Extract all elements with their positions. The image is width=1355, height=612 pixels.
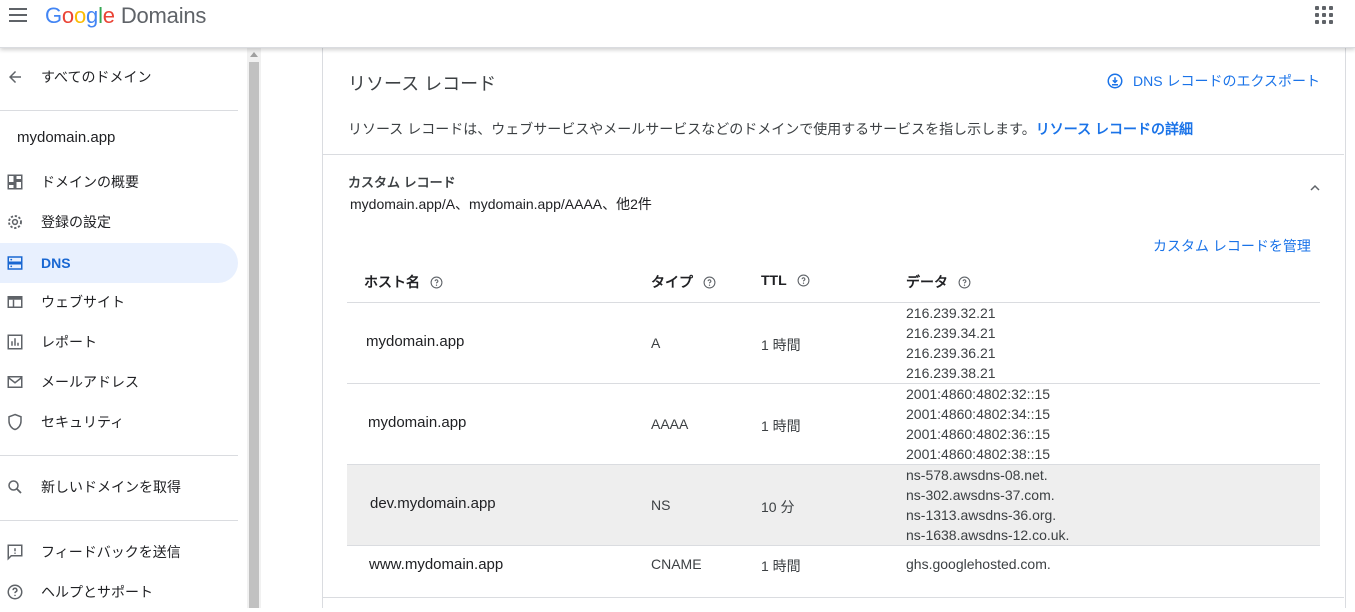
sidebar-item-dns[interactable]: DNS: [0, 243, 238, 283]
column-header-ttl: TTL: [761, 272, 810, 288]
dns-icon: [7, 256, 23, 270]
chevron-up-icon[interactable]: [1307, 180, 1323, 196]
top-app-bar: Google Domains: [0, 0, 1355, 48]
record-ttl: 10 分: [761, 499, 795, 515]
chart-icon: [7, 334, 23, 350]
record-host: dev.mydomain.app: [370, 495, 496, 512]
resource-description: リソース レコードは、ウェブサービスやメールサービスなどのドメインで使用するサー…: [348, 121, 1193, 137]
table-row[interactable]: [347, 302, 1320, 383]
sidebar-item-reports[interactable]: レポート: [0, 322, 238, 362]
search-icon: [8, 480, 22, 494]
resource-details-link[interactable]: リソース レコードの詳細: [1036, 121, 1193, 137]
page-title: リソース レコード: [348, 74, 497, 94]
table-row[interactable]: [347, 383, 1320, 464]
sidebar-item-registration[interactable]: 登録の設定: [0, 202, 238, 242]
feedback-icon: [7, 544, 23, 561]
custom-records-summary: mydomain.app/A、mydomain.app/AAAA、他2件: [350, 196, 652, 212]
scrollbar-thumb[interactable]: [249, 62, 259, 608]
help-circle-icon[interactable]: [430, 276, 443, 289]
sidebar-item-overview[interactable]: ドメインの概要: [0, 162, 238, 202]
sidebar-item-new-domain[interactable]: 新しいドメインを取得: [0, 467, 238, 507]
sidebar-divider: [0, 520, 238, 521]
export-dns-button[interactable]: DNS レコードのエクスポート: [1106, 71, 1320, 91]
sidebar-item-website[interactable]: ウェブサイト: [0, 282, 238, 322]
help-icon: [7, 584, 23, 600]
sidebar-divider: [0, 110, 238, 111]
back-to-all-domains[interactable]: すべてのドメイン: [0, 57, 238, 97]
download-icon: [1107, 73, 1123, 89]
record-data: ns-578.awsdns-08.net. ns-302.awsdns-37.co…: [906, 467, 1070, 543]
column-header-type: タイプ: [651, 272, 716, 292]
menu-icon[interactable]: [7, 4, 29, 26]
record-ttl: 1 時間: [761, 418, 801, 434]
record-data: ghs.googlehosted.com.: [906, 556, 1051, 572]
manage-custom-records-link[interactable]: カスタム レコードを管理: [1153, 236, 1311, 256]
dashboard-icon: [7, 174, 23, 190]
help-circle-icon[interactable]: [797, 274, 810, 287]
record-type: A: [651, 335, 661, 351]
help-circle-icon[interactable]: [958, 276, 971, 289]
sidebar-item-help[interactable]: ヘルプとサポート: [0, 572, 238, 612]
record-type: CNAME: [651, 556, 702, 572]
record-type: AAAA: [651, 416, 689, 432]
card-bottom-divider: [323, 597, 1344, 598]
scroll-up-icon[interactable]: [250, 52, 258, 57]
mail-icon: [7, 376, 23, 388]
record-data: 216.239.32.21 216.239.34.21 216.239.36.21 2…: [906, 305, 996, 381]
back-label: すべてのドメイン: [41, 69, 152, 85]
record-ttl: 1 時間: [761, 337, 801, 353]
web-icon: [7, 296, 23, 308]
column-header-host: ホスト名: [364, 272, 443, 292]
help-circle-icon[interactable]: [703, 276, 716, 289]
sidebar-item-email[interactable]: メールアドレス: [0, 362, 238, 402]
gear-icon: [8, 215, 22, 229]
sidebar-item-security[interactable]: セキュリティ: [0, 402, 238, 442]
custom-records-title: カスタム レコード: [348, 175, 456, 190]
sidebar-item-feedback[interactable]: フィードバックを送信: [0, 532, 238, 572]
record-type: NS: [651, 497, 671, 513]
current-domain: mydomain.app: [17, 129, 116, 146]
google-domains-logo[interactable]: Google Domains: [45, 2, 206, 30]
shield-icon: [8, 413, 22, 431]
arrow-back-icon: [9, 71, 21, 83]
record-host: mydomain.app: [368, 414, 467, 431]
record-host: mydomain.app: [366, 333, 465, 350]
record-host: www.mydomain.app: [369, 556, 504, 573]
apps-grid-icon[interactable]: [1315, 6, 1333, 24]
section-divider: [323, 154, 1344, 155]
record-ttl: 1 時間: [761, 558, 801, 574]
sidebar-divider: [0, 455, 238, 456]
record-data: 2001:4860:4802:32::15 2001:4860:4802:34::…: [906, 386, 1051, 462]
column-header-data: データ: [906, 272, 971, 292]
